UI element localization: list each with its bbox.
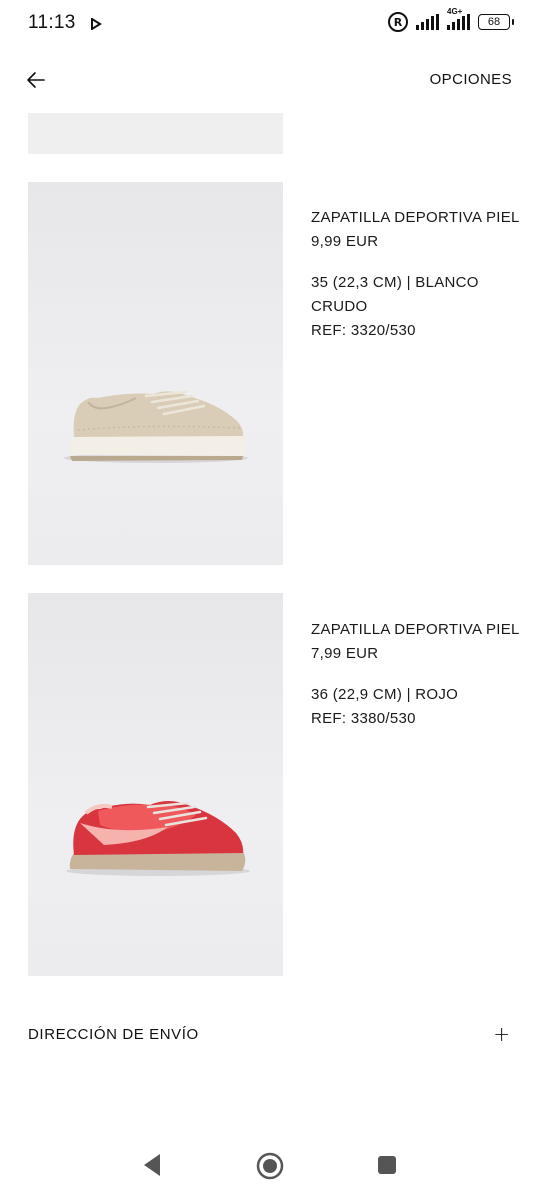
product-name: ZAPATILLA DEPORTIVA PIEL xyxy=(311,209,520,226)
product-size-color-cont: CRUDO xyxy=(311,298,368,315)
shipping-address-label[interactable]: DIRECCIÓN DE ENVÍO xyxy=(28,1026,199,1043)
registered-icon: R xyxy=(388,12,408,32)
nav-recents-icon[interactable] xyxy=(377,1155,397,1180)
product-info: ZAPATILLA DEPORTIVA PIEL 7,99 EUR 36 (22… xyxy=(311,618,531,731)
sneaker-image-beige xyxy=(64,390,248,463)
battery-icon: 68 xyxy=(478,14,514,30)
product-image[interactable] xyxy=(28,182,283,565)
product-image[interactable] xyxy=(28,593,283,976)
status-icons: R 4G+ 68 xyxy=(388,7,514,32)
battery-level: 68 xyxy=(487,16,501,28)
options-button[interactable]: OPCIONES xyxy=(430,71,512,88)
play-icon xyxy=(90,17,102,35)
product-price: 7,99 EUR xyxy=(311,645,379,662)
product-name: ZAPATILLA DEPORTIVA PIEL xyxy=(311,621,520,638)
network-signal-icon: 4G+ xyxy=(447,7,470,30)
product-image-partial[interactable] xyxy=(28,113,283,154)
product-size-color: 36 (22,9 CM) | ROJO xyxy=(311,686,459,703)
signal-icon xyxy=(416,14,439,30)
network-label: 4G+ xyxy=(447,7,463,16)
product-ref: REF: 3320/530 xyxy=(311,322,416,339)
product-price: 9,99 EUR xyxy=(311,233,379,250)
status-time: 11:13 xyxy=(28,12,76,33)
nav-home-icon[interactable] xyxy=(256,1152,284,1185)
back-arrow-icon[interactable] xyxy=(24,68,48,92)
product-info: ZAPATILLA DEPORTIVA PIEL 9,99 EUR 35 (22… xyxy=(311,206,531,343)
nav-back-icon[interactable] xyxy=(142,1152,162,1183)
product-ref: REF: 3380/530 xyxy=(311,710,416,727)
product-size-color: 35 (22,3 CM) | BLANCO xyxy=(311,274,479,291)
expand-plus-icon[interactable]: + xyxy=(493,1022,510,1046)
sneaker-image-red xyxy=(66,801,250,876)
